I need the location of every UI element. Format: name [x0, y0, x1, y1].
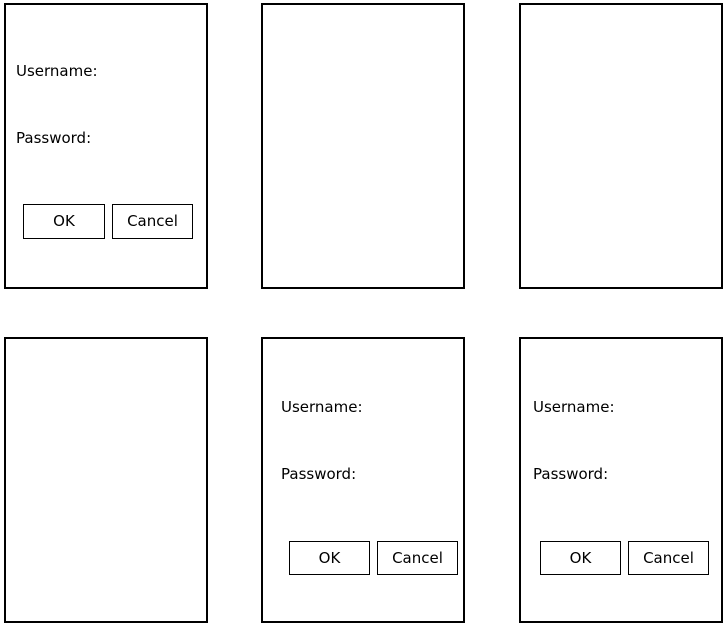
password-label: Password: [281, 465, 357, 483]
username-label: Username: [16, 62, 98, 80]
password-label: Password: [533, 465, 609, 483]
username-label: Username: [281, 398, 363, 416]
login-panel-bottom-right: Username: Password: OK Cancel [519, 337, 723, 623]
cancel-button[interactable]: Cancel [112, 204, 193, 239]
ok-button[interactable]: OK [540, 541, 621, 575]
cancel-button[interactable]: Cancel [628, 541, 709, 575]
password-label: Password: [16, 129, 92, 147]
login-panel-bottom-middle: Username: Password: OK Cancel [261, 337, 465, 623]
empty-panel-top-middle [261, 3, 465, 289]
empty-panel-bottom-left [4, 337, 208, 623]
username-label: Username: [533, 398, 615, 416]
login-panel-top-left: Username: Password: OK Cancel [4, 3, 208, 289]
ok-button[interactable]: OK [23, 204, 105, 239]
ok-button[interactable]: OK [289, 541, 370, 575]
cancel-button[interactable]: Cancel [377, 541, 458, 575]
empty-panel-top-right [519, 3, 723, 289]
